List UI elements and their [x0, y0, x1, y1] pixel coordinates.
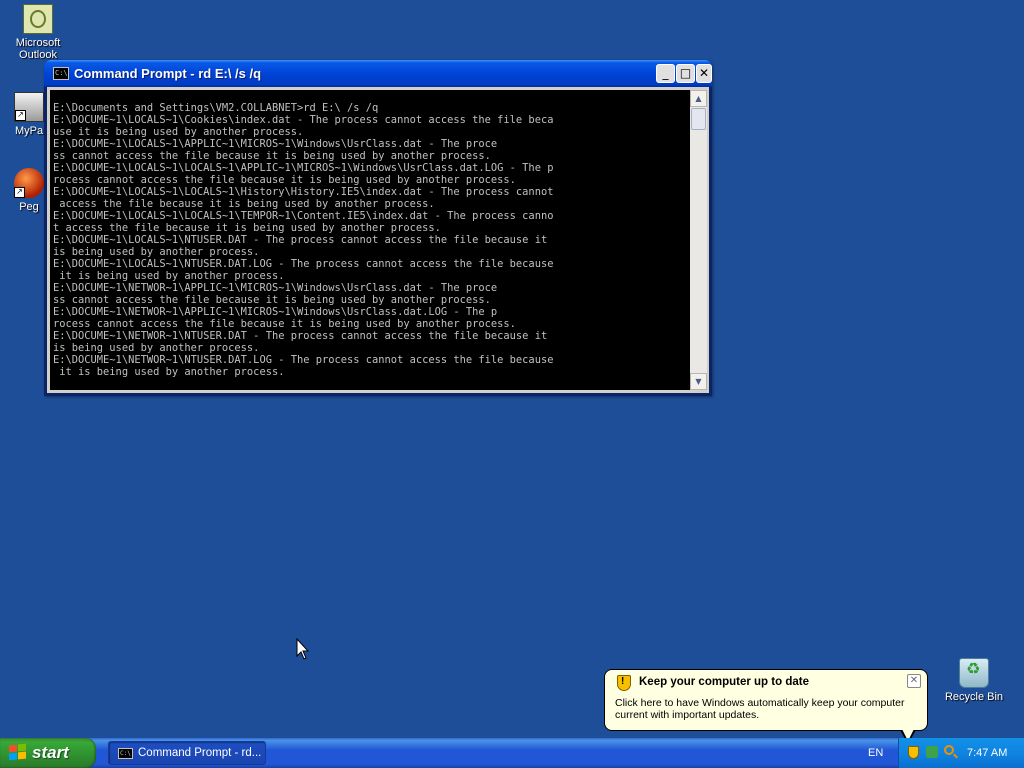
minimize-button[interactable]: _ — [656, 64, 675, 83]
desktop-icon-outlook[interactable]: Microsoft Outlook — [0, 4, 76, 61]
language-indicator[interactable]: EN — [868, 747, 883, 759]
console-output[interactable]: E:\Documents and Settings\VM2.COLLABNET>… — [50, 90, 690, 390]
update-notification-balloon[interactable]: Keep your computer up to date ✕ Click he… — [604, 669, 928, 731]
windows-logo-icon — [9, 743, 27, 761]
window-titlebar[interactable]: C:\ Command Prompt - rd E:\ /s /q _ □ ✕ — [44, 60, 712, 87]
computer-icon: ↗ — [14, 92, 44, 122]
scroll-up-button[interactable]: ▲ — [690, 90, 707, 107]
taskbar: start C:\ Command Prompt - rd... EN 7:47… — [0, 738, 1024, 768]
desktop-icon-label: Recycle Bin — [944, 691, 1004, 703]
search-icon[interactable] — [944, 745, 954, 755]
outlook-icon — [23, 4, 53, 34]
cmd-icon: C:\ — [118, 748, 133, 759]
network-icon[interactable] — [926, 746, 938, 758]
start-label: start — [32, 743, 69, 762]
mouse-cursor-icon — [296, 638, 310, 660]
desktop-icon-label: Microsoft Outlook — [15, 37, 61, 61]
command-prompt-window: C:\ Command Prompt - rd E:\ /s /q _ □ ✕ … — [44, 60, 712, 396]
vertical-scrollbar[interactable]: ▲ ▼ — [690, 90, 707, 390]
start-button[interactable]: start — [0, 738, 96, 768]
desktop-icon-recycle-bin[interactable]: Recycle Bin — [936, 658, 1012, 703]
security-shield-icon[interactable] — [908, 746, 919, 759]
application-icon: ↗ — [14, 168, 44, 198]
balloon-title: Keep your computer up to date — [639, 676, 809, 688]
security-shield-icon — [617, 675, 631, 691]
scroll-down-button[interactable]: ▼ — [690, 373, 707, 390]
window-frame: E:\Documents and Settings\VM2.COLLABNET>… — [47, 87, 709, 393]
close-button[interactable]: ✕ — [696, 64, 712, 83]
balloon-text: Click here to have Windows automatically… — [615, 697, 905, 721]
balloon-close-button[interactable]: ✕ — [907, 674, 921, 688]
shortcut-arrow-icon: ↗ — [15, 110, 26, 121]
system-tray: 7:47 AM — [898, 738, 1024, 768]
cmd-icon: C:\ — [53, 67, 69, 80]
shortcut-arrow-icon: ↗ — [14, 187, 25, 198]
window-title: Command Prompt - rd E:\ /s /q — [74, 66, 262, 81]
console-text: E:\Documents and Settings\VM2.COLLABNET>… — [53, 102, 554, 378]
maximize-button[interactable]: □ — [676, 64, 695, 83]
scroll-thumb[interactable] — [691, 108, 706, 130]
recycle-bin-icon — [959, 658, 989, 688]
clock[interactable]: 7:47 AM — [967, 747, 1007, 759]
taskbar-item-command-prompt[interactable]: C:\ Command Prompt - rd... — [108, 741, 266, 765]
taskbar-item-label: Command Prompt - rd... — [138, 747, 262, 759]
